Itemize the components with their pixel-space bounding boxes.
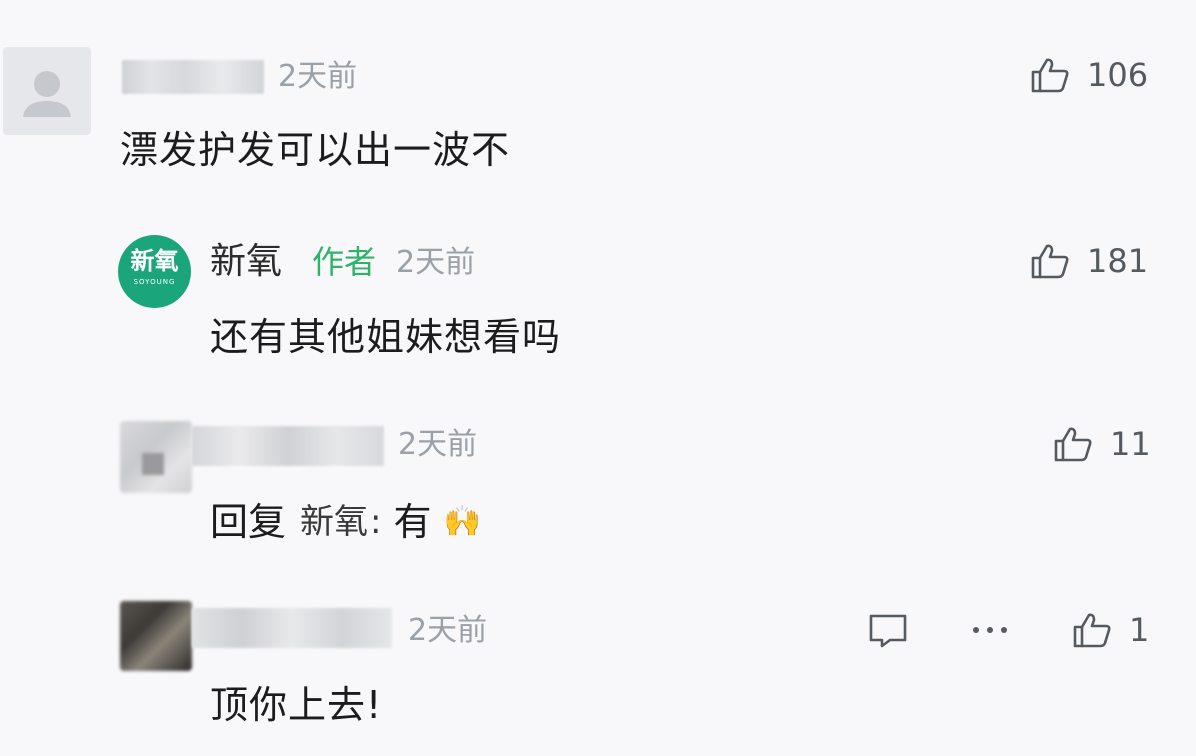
default-avatar-icon <box>23 71 71 117</box>
comment-time: 2天前 <box>278 59 358 94</box>
thumbs-up-icon <box>1031 244 1069 279</box>
reply-time: 2天前 <box>398 427 478 462</box>
reply-line: 回复 新氧 : 有 🙌 <box>210 503 481 541</box>
raised-hands-emoji: 🙌 <box>443 504 481 539</box>
user-avatar-redacted[interactable] <box>120 421 192 493</box>
user-avatar-default[interactable] <box>3 47 91 135</box>
like-count: 1 <box>1129 611 1150 649</box>
thumbs-up-icon <box>1031 58 1069 93</box>
reply-to-user[interactable]: 新氧 <box>300 505 368 539</box>
like-button[interactable]: 181 <box>1031 243 1148 279</box>
like-button[interactable]: 106 <box>1031 57 1148 93</box>
like-count: 106 <box>1087 56 1149 94</box>
reply-separator: : <box>370 502 382 542</box>
avatar-pixel-block <box>142 453 164 475</box>
comment-text: 漂发护发可以出一波不 <box>120 128 511 172</box>
thumbs-up-icon <box>1073 613 1111 648</box>
comment-button[interactable] <box>866 611 910 651</box>
thumbs-up-icon <box>1054 427 1092 462</box>
comment-icon <box>869 614 907 648</box>
reply-text: 还有其他姐妹想看吗 <box>210 315 562 359</box>
like-button[interactable]: 1 <box>1073 612 1149 648</box>
like-count: 11 <box>1110 425 1151 463</box>
reply-text: 有 <box>393 500 432 544</box>
reply-time: 2天前 <box>396 245 476 280</box>
username-redacted[interactable] <box>192 608 392 648</box>
username-redacted[interactable] <box>122 60 264 94</box>
author-badge: 作者 <box>312 243 377 281</box>
username-redacted[interactable] <box>192 426 384 466</box>
author-avatar[interactable]: 新氧 SOYOUNG <box>118 235 191 308</box>
more-icon <box>973 627 1007 633</box>
avatar-logo-subtext: SOYOUNG <box>133 278 176 286</box>
more-button[interactable] <box>968 620 1012 640</box>
reply-text: 顶你上去! <box>210 683 383 727</box>
author-name[interactable]: 新氧 <box>210 244 282 280</box>
avatar-logo-text: 新氧 <box>130 247 179 275</box>
reply-prefix: 回复 <box>210 500 287 544</box>
like-button[interactable]: 11 <box>1054 426 1151 462</box>
user-avatar-redacted[interactable] <box>120 601 192 671</box>
like-count: 181 <box>1087 242 1149 280</box>
reply-time: 2天前 <box>408 613 488 648</box>
